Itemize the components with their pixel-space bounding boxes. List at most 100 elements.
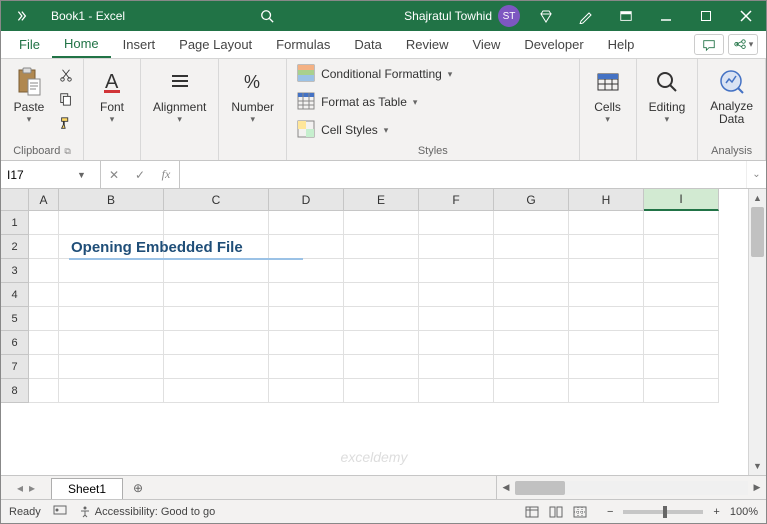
quick-access-more[interactable]	[1, 9, 41, 23]
name-box-input[interactable]	[7, 168, 77, 182]
tab-help[interactable]: Help	[596, 31, 647, 58]
row-header-8[interactable]: 8	[1, 379, 29, 403]
tab-insert[interactable]: Insert	[111, 31, 168, 58]
scroll-up-icon[interactable]: ▲	[749, 189, 766, 207]
tab-review[interactable]: Review	[394, 31, 461, 58]
formula-bar-expand[interactable]: ⌄	[746, 161, 766, 188]
user-account[interactable]: Shajratul Towhid ST	[398, 5, 526, 27]
row-header-7[interactable]: 7	[1, 355, 29, 379]
comments-button[interactable]	[694, 34, 724, 55]
editing-label: Editing	[649, 100, 686, 114]
group-alignment: Alignment ▾	[141, 59, 219, 160]
ribbon-display-icon[interactable]	[606, 1, 646, 31]
col-header-E[interactable]: E	[344, 189, 419, 211]
alignment-button[interactable]: Alignment ▾	[147, 62, 212, 129]
col-header-A[interactable]: A	[29, 189, 59, 211]
tab-data[interactable]: Data	[342, 31, 393, 58]
clipboard-icon	[13, 66, 45, 98]
formula-input[interactable]	[180, 161, 746, 188]
editing-button[interactable]: Editing ▾	[643, 62, 692, 129]
row-header-2[interactable]: 2	[1, 235, 29, 259]
format-as-table-button[interactable]: Format as Table▾	[293, 90, 573, 114]
cut-button[interactable]	[55, 64, 77, 86]
sheet-tab-sheet1[interactable]: Sheet1	[51, 478, 123, 499]
sheet-nav[interactable]: ◂▸	[1, 476, 51, 499]
status-bar: Ready Accessibility: Good to go − + 100%	[1, 499, 766, 523]
hscroll-thumb[interactable]	[515, 481, 565, 495]
clipboard-dialog-launcher[interactable]: ⧉	[64, 146, 70, 157]
close-button[interactable]	[726, 1, 766, 31]
scroll-down-icon[interactable]: ▼	[749, 457, 766, 475]
tab-developer[interactable]: Developer	[512, 31, 595, 58]
row-header-6[interactable]: 6	[1, 331, 29, 355]
share-button[interactable]: ▾	[728, 34, 758, 55]
tab-home[interactable]: Home	[52, 31, 111, 58]
col-header-F[interactable]: F	[419, 189, 494, 211]
row-header-4[interactable]: 4	[1, 283, 29, 307]
scroll-left-icon[interactable]: ◀	[497, 482, 515, 493]
group-clipboard: Paste ▾ Clipboard⧉	[1, 59, 84, 160]
vscroll-thumb[interactable]	[751, 207, 764, 257]
group-cells: Cells ▾	[580, 59, 637, 160]
quick-mode-icon[interactable]	[566, 1, 606, 31]
formula-cancel-button[interactable]: ✕	[101, 161, 127, 188]
name-box-dropdown-icon[interactable]: ▼	[77, 170, 86, 180]
cells-button[interactable]: Cells ▾	[586, 62, 630, 129]
paste-button[interactable]: Paste ▾	[7, 62, 51, 129]
scroll-right-icon[interactable]: ▶	[748, 482, 766, 493]
col-header-B[interactable]: B	[59, 189, 164, 211]
minimize-button[interactable]	[646, 1, 686, 31]
group-analysis: Analyze Data Analysis	[698, 59, 766, 160]
col-header-C[interactable]: C	[164, 189, 269, 211]
formula-enter-button[interactable]: ✓	[127, 161, 153, 188]
user-name: Shajratul Towhid	[404, 9, 492, 23]
analyze-icon	[716, 66, 748, 98]
col-header-H[interactable]: H	[569, 189, 644, 211]
format-painter-button[interactable]	[55, 112, 77, 134]
analyze-data-button[interactable]: Analyze Data	[704, 62, 759, 130]
tab-file[interactable]: File	[7, 31, 52, 58]
format-as-table-label: Format as Table	[321, 95, 407, 109]
tab-formulas[interactable]: Formulas	[264, 31, 342, 58]
font-icon: A	[96, 66, 128, 98]
col-header-G[interactable]: G	[494, 189, 569, 211]
cells-label: Cells	[594, 100, 621, 114]
accessibility-status[interactable]: Accessibility: Good to go	[79, 506, 215, 518]
macro-record-icon[interactable]	[53, 503, 67, 520]
row-headers: 12345678	[1, 211, 29, 475]
normal-view-button[interactable]	[521, 503, 543, 521]
name-box[interactable]: ▼	[1, 161, 101, 188]
conditional-formatting-label: Conditional Formatting	[321, 67, 442, 81]
new-sheet-button[interactable]: ⊕	[123, 476, 153, 499]
zoom-slider[interactable]	[623, 510, 703, 514]
tab-view[interactable]: View	[460, 31, 512, 58]
svg-text:%: %	[244, 72, 260, 92]
insert-function-button[interactable]: fx	[153, 161, 179, 188]
zoom-out-button[interactable]: −	[603, 506, 617, 518]
cell-styles-button[interactable]: Cell Styles▾	[293, 118, 573, 142]
row-header-3[interactable]: 3	[1, 259, 29, 283]
paste-label: Paste	[14, 100, 45, 114]
search-button[interactable]	[135, 9, 398, 23]
row-header-1[interactable]: 1	[1, 211, 29, 235]
tab-page-layout[interactable]: Page Layout	[167, 31, 264, 58]
col-header-I[interactable]: I	[644, 189, 719, 211]
font-button[interactable]: A Font ▾	[90, 62, 134, 129]
zoom-level[interactable]: 100%	[730, 506, 758, 518]
diamond-icon[interactable]	[526, 1, 566, 31]
conditional-formatting-button[interactable]: Conditional Formatting▾	[293, 62, 573, 86]
number-button[interactable]: % Number ▾	[225, 62, 280, 129]
copy-button[interactable]	[55, 88, 77, 110]
title-bar: Book1 - Excel Shajratul Towhid ST	[1, 1, 766, 31]
col-header-D[interactable]: D	[269, 189, 344, 211]
horizontal-scrollbar[interactable]: ◀ ▶	[496, 476, 766, 499]
page-break-view-button[interactable]	[569, 503, 591, 521]
alignment-icon	[164, 66, 196, 98]
maximize-button[interactable]	[686, 1, 726, 31]
page-layout-view-button[interactable]	[545, 503, 567, 521]
zoom-in-button[interactable]: +	[709, 506, 723, 518]
vertical-scrollbar[interactable]: ▲ ▼	[748, 189, 766, 475]
select-all-button[interactable]	[1, 189, 29, 211]
cells-area[interactable]: Opening Embedded File exceldemy	[29, 211, 719, 475]
row-header-5[interactable]: 5	[1, 307, 29, 331]
